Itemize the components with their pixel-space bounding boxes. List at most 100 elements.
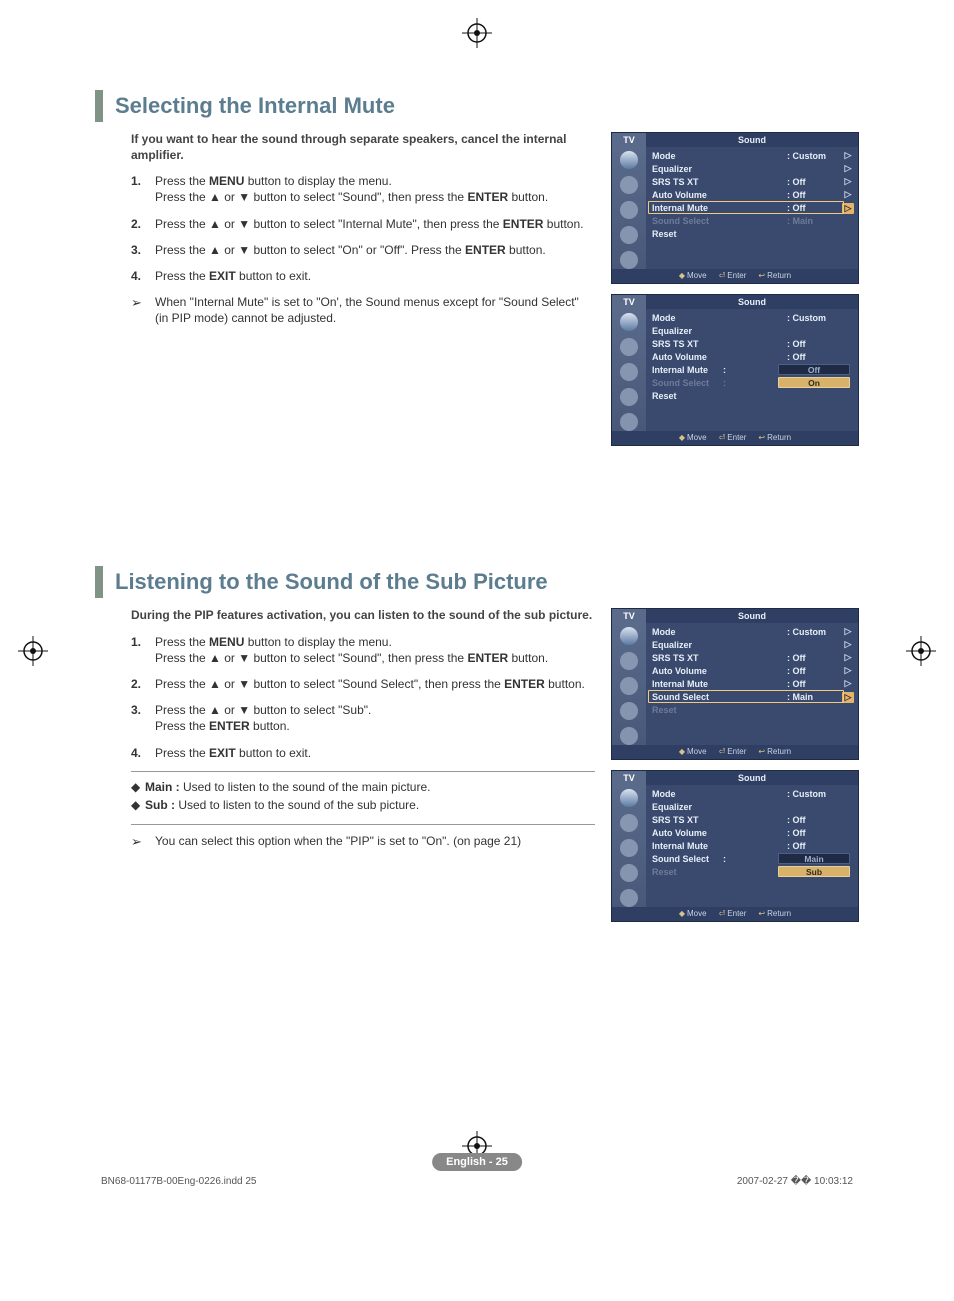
cropmark-left-icon [18, 636, 48, 666]
osd-title: Sound [646, 133, 858, 147]
step-2: 2. Press the ▲ or ▼ button to select "So… [131, 676, 595, 692]
osd-row-equalizer: Equalizer▷ [646, 162, 858, 175]
osd-footer: ◆Move ⏎Enter ↩Return [612, 431, 858, 445]
osd-row-srs: SRS TS XT: Off [646, 337, 858, 350]
osd-icon-column [612, 309, 646, 431]
footer-timestamp: 2007-02-27 �� 10:03:12 [737, 1176, 853, 1187]
section1-text: If you want to hear the sound through se… [95, 132, 595, 446]
section-internal-mute: Selecting the Internal Mute If you want … [95, 90, 859, 446]
header-bar-icon [95, 90, 103, 122]
osd-sound-menu-3: TV Sound Mode: Custom▷ E [611, 608, 859, 760]
footer-file: BN68-01177B-00Eng-0226.indd 25 [101, 1176, 257, 1187]
osd-icon-column [612, 785, 646, 907]
osd-title: Sound [646, 609, 858, 623]
cropmark-top-icon [462, 18, 492, 48]
osd-icon [620, 251, 638, 269]
osd-icon [620, 151, 638, 169]
step-1: 1. Press the MENU button to display the … [131, 173, 595, 205]
osd-icon [620, 727, 638, 745]
osd-sound-menu-4: TV Sound Mode: Custom Eq [611, 770, 859, 922]
section1-note: ➢ When "Internal Mute" is set to "On', t… [131, 294, 595, 326]
osd-footer: ◆Move ⏎Enter ↩Return [612, 907, 858, 921]
osd-sound-menu-1: TV Sound Mode: Custom▷ E [611, 132, 859, 284]
section-title-1: Selecting the Internal Mute [115, 93, 395, 119]
osd-row-mode: Mode: Custom▷ [646, 149, 858, 162]
osd-row-srs: SRS TS XT: Off▷ [646, 175, 858, 188]
osd-icon [620, 839, 638, 857]
osd-icon [620, 201, 638, 219]
osd-footer: ◆Move ⏎Enter ↩Return [612, 745, 858, 759]
osd-icon [620, 789, 638, 807]
osd-icon-column [612, 623, 646, 745]
section-header-2: Listening to the Sound of the Sub Pictur… [95, 566, 859, 598]
print-footer: BN68-01177B-00Eng-0226.indd 25 2007-02-2… [95, 1176, 859, 1187]
osd-row-reset: ResetSub [646, 865, 858, 878]
osd-icon [620, 313, 638, 331]
osd-icon [620, 413, 638, 431]
osd-row-equalizer: Equalizer▷ [646, 638, 858, 651]
header-bar-icon [95, 566, 103, 598]
osd-row-sound-select: Sound Select:On [646, 376, 858, 389]
osd-tv-badge: TV [612, 609, 646, 623]
section-sub-picture-sound: Listening to the Sound of the Sub Pictur… [95, 566, 859, 922]
osd-icon [620, 814, 638, 832]
osd-row-mode: Mode: Custom▷ [646, 625, 858, 638]
osd-icon [620, 338, 638, 356]
def-sub: ◆ Sub : Used to listen to the sound of t… [131, 796, 595, 814]
osd-tv-badge: TV [612, 133, 646, 147]
osd-row-equalizer: Equalizer [646, 324, 858, 337]
note-marker-icon: ➢ [131, 294, 155, 326]
osd-row-mode: Mode: Custom [646, 787, 858, 800]
step-4: 4. Press the EXIT button to exit. [131, 745, 595, 761]
osd-icon [620, 388, 638, 406]
page-number-badge: English - 25 [432, 1153, 522, 1171]
page-content: Selecting the Internal Mute If you want … [95, 90, 859, 1201]
osd-row-internal-mute: Internal Mute: Off▷ [646, 201, 858, 214]
osd-row-sound-select: Sound Select: Main▷ [646, 690, 858, 703]
section-header-1: Selecting the Internal Mute [95, 90, 859, 122]
osd-row-reset: Reset [646, 227, 858, 240]
osd-icon [620, 864, 638, 882]
step-1: 1. Press the MENU button to display the … [131, 634, 595, 666]
osd-row-auto-volume: Auto Volume: Off▷ [646, 664, 858, 677]
osd-row-sound-select: Sound Select:Main [646, 852, 858, 865]
section1-intro: If you want to hear the sound through se… [131, 132, 595, 163]
osd-row-auto-volume: Auto Volume: Off [646, 350, 858, 363]
step-3: 3. Press the ▲ or ▼ button to select "Su… [131, 702, 595, 734]
divider [131, 771, 595, 772]
osd-title: Sound [646, 771, 858, 785]
osd-row-internal-mute: Internal Mute:Off [646, 363, 858, 376]
osd-row-mode: Mode: Custom [646, 311, 858, 324]
section2-note: ➢ You can select this option when the "P… [131, 833, 595, 851]
divider [131, 824, 595, 825]
osd-icon [620, 363, 638, 381]
step-3: 3. Press the ▲ or ▼ button to select "On… [131, 242, 595, 258]
osd-icon [620, 627, 638, 645]
osd-row-sound-select: Sound Select: Main [646, 214, 858, 227]
osd-row-internal-mute: Internal Mute: Off▷ [646, 677, 858, 690]
section2-intro: During the PIP features activation, you … [131, 608, 595, 624]
def-main: ◆ Main : Used to listen to the sound of … [131, 778, 595, 796]
osd-row-internal-mute: Internal Mute: Off [646, 839, 858, 852]
osd-row-srs: SRS TS XT: Off [646, 813, 858, 826]
osd-icon [620, 889, 638, 907]
osd-row-auto-volume: Auto Volume: Off [646, 826, 858, 839]
osd-tv-badge: TV [612, 771, 646, 785]
section-title-2: Listening to the Sound of the Sub Pictur… [115, 569, 548, 595]
osd-row-srs: SRS TS XT: Off▷ [646, 651, 858, 664]
osd-icon [620, 652, 638, 670]
cropmark-right-icon [906, 636, 936, 666]
osd-tv-badge: TV [612, 295, 646, 309]
osd-footer: ◆Move ⏎Enter ↩Return [612, 269, 858, 283]
osd-icon-column [612, 147, 646, 269]
osd-icon [620, 677, 638, 695]
osd-title: Sound [646, 295, 858, 309]
osd-icon [620, 226, 638, 244]
section2-text: During the PIP features activation, you … [95, 608, 595, 922]
osd-row-equalizer: Equalizer [646, 800, 858, 813]
osd-row-reset: Reset [646, 703, 858, 716]
osd-sound-menu-2: TV Sound Mode: Custom Eq [611, 294, 859, 446]
osd-icon [620, 702, 638, 720]
step-2: 2. Press the ▲ or ▼ button to select "In… [131, 216, 595, 232]
osd-icon [620, 176, 638, 194]
